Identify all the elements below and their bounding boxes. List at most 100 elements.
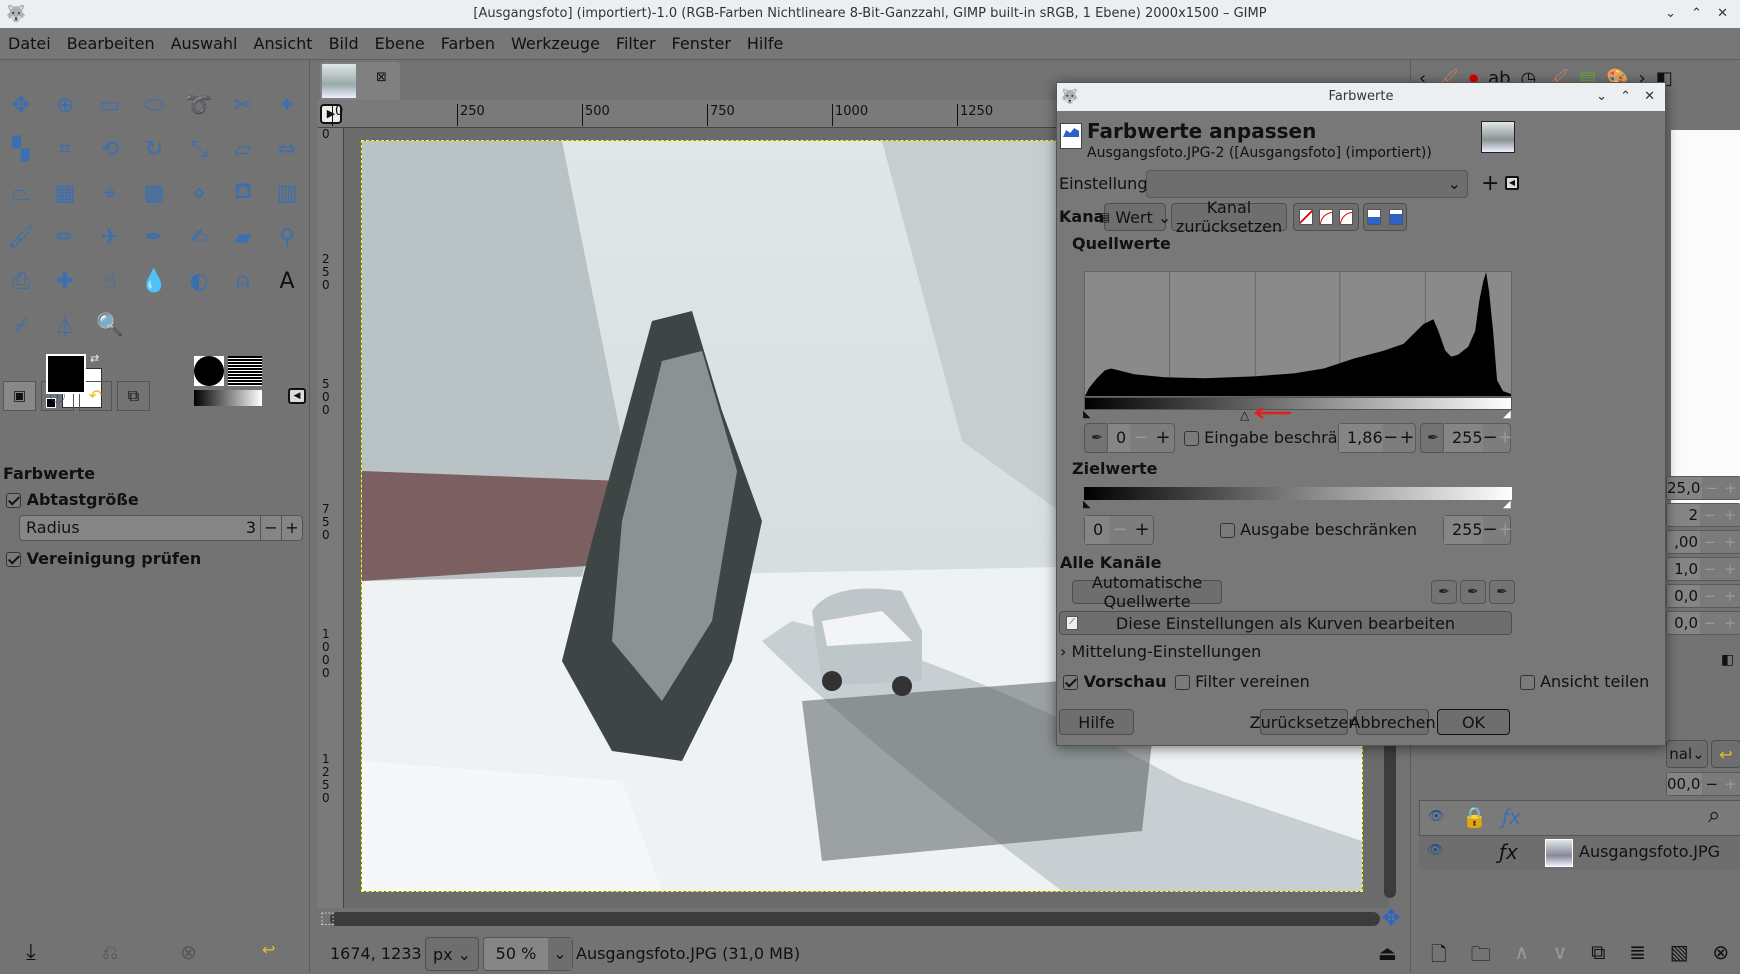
pick-black-all-button[interactable]: ✒ bbox=[1431, 580, 1457, 604]
merge-layer-icon[interactable]: ≣ bbox=[1629, 940, 1646, 970]
unit-select[interactable]: px ⌄ bbox=[425, 937, 479, 971]
increment-button[interactable]: + bbox=[1152, 424, 1174, 452]
sample-average-option[interactable]: Abtastgröße bbox=[6, 490, 139, 509]
menu-werkzeuge[interactable]: Werkzeuge bbox=[503, 28, 608, 60]
swap-colors-icon[interactable]: ⇄ bbox=[90, 352, 99, 365]
ruler-vertical[interactable]: 0 250 500 750 1000 1250 bbox=[318, 128, 344, 908]
increment-button[interactable]: + bbox=[1720, 504, 1740, 526]
increment-button[interactable]: + bbox=[1720, 612, 1740, 634]
edit-as-curves-button[interactable]: ⟋ Diese Einstellungen als Kurven bearbeit… bbox=[1059, 611, 1512, 635]
increment-button[interactable]: + bbox=[1720, 585, 1740, 607]
close-icon[interactable]: ✕ bbox=[1717, 0, 1728, 28]
help-button[interactable]: Hilfe bbox=[1059, 709, 1134, 735]
decrement-button[interactable]: − bbox=[1700, 585, 1720, 607]
opacity-spin[interactable]: 00,0− + bbox=[1666, 772, 1740, 796]
dock-spin[interactable]: 0,0− + bbox=[1666, 611, 1740, 635]
mask-icon[interactable]: ▧ bbox=[1670, 940, 1689, 970]
smudge-tool-icon[interactable]: ☝ bbox=[93, 264, 127, 298]
output-high-spin[interactable]: 255− + bbox=[1443, 515, 1513, 545]
color-picker-tool-icon[interactable]: ⌿ bbox=[4, 308, 38, 342]
heal-tool-icon[interactable]: ✚ bbox=[48, 264, 82, 298]
input-high-spin[interactable]: 255− + bbox=[1443, 423, 1513, 453]
menu-bearbeiten[interactable]: Bearbeiten bbox=[59, 28, 163, 60]
paths-tool-icon[interactable]: ⍝ bbox=[226, 264, 260, 298]
menu-filter[interactable]: Filter bbox=[608, 28, 664, 60]
output-low-spin[interactable]: 0− + bbox=[1084, 515, 1154, 545]
zoom-tool-icon[interactable]: 🔍 bbox=[93, 308, 127, 342]
layer-row[interactable]: 👁 ƒx Ausgangsfoto.JPG bbox=[1419, 836, 1740, 870]
dock-spin-value[interactable]: 0,0 bbox=[1667, 585, 1700, 607]
alignment-tool-icon[interactable]: ⊕ bbox=[48, 88, 82, 122]
input-gamma-value[interactable]: 1,86 bbox=[1339, 424, 1383, 452]
ellipse-select-tool-icon[interactable]: ⬭ bbox=[137, 88, 171, 122]
decrement-button[interactable]: − bbox=[1483, 516, 1498, 544]
ink-tool-icon[interactable]: ✒ bbox=[137, 220, 171, 254]
radius-slider[interactable]: Radius 3 − + bbox=[19, 515, 303, 541]
duplicate-layer-icon[interactable]: ⧉ bbox=[1591, 940, 1605, 970]
decrement-button[interactable]: − bbox=[1700, 531, 1720, 553]
reset-channel-button[interactable]: Kanal zurücksetzen bbox=[1171, 198, 1287, 236]
delete-tool-preset-icon[interactable]: ⊗ bbox=[180, 940, 197, 964]
perspective-clone-tool-icon[interactable]: ⎙ bbox=[4, 264, 38, 298]
reset-tool-options-icon[interactable]: ↩ bbox=[262, 940, 275, 959]
rect-select-tool-icon[interactable]: ▭ bbox=[93, 88, 127, 122]
presets-combo[interactable]: ⌄ bbox=[1146, 170, 1468, 198]
visibility-icon[interactable]: 👁 bbox=[1427, 843, 1444, 858]
output-low-value[interactable]: 0 bbox=[1085, 516, 1109, 544]
save-tool-preset-icon[interactable]: ⤓ bbox=[26, 940, 36, 965]
linear-curve-icon[interactable] bbox=[1299, 209, 1313, 225]
dock-spin-value[interactable]: 1,0 bbox=[1667, 558, 1700, 580]
curve-icon[interactable] bbox=[1339, 209, 1353, 225]
dock-spin[interactable]: 25,0− + bbox=[1666, 476, 1740, 500]
perspective-tool-icon[interactable]: ⏢ bbox=[4, 176, 38, 210]
minimize-icon[interactable]: ⌄ bbox=[1665, 0, 1676, 28]
paintbrush-tool-icon[interactable]: 🖌 bbox=[4, 220, 38, 254]
layer-mode-extra-icon[interactable]: ↩ bbox=[1711, 740, 1740, 768]
increment-button[interactable]: + bbox=[1498, 424, 1513, 452]
split-view-option[interactable]: Ansicht teilen bbox=[1520, 672, 1649, 691]
input-low-value[interactable]: 0 bbox=[1108, 424, 1130, 452]
menu-fenster[interactable]: Fenster bbox=[664, 28, 739, 60]
preset-menu-icon[interactable]: ◀ bbox=[1505, 176, 1519, 190]
handle-transform-tool-icon[interactable]: ⌖ bbox=[93, 176, 127, 210]
input-gamma-spin[interactable]: 1,86− + bbox=[1338, 423, 1416, 453]
eraser-tool-icon[interactable]: ▰ bbox=[226, 220, 260, 254]
restore-tool-preset-icon[interactable]: ⎌ bbox=[102, 940, 118, 964]
measure-tool-icon[interactable]: ⏃ bbox=[48, 308, 82, 342]
split-view-checkbox[interactable] bbox=[1520, 675, 1535, 690]
increment-button[interactable]: + bbox=[1720, 558, 1740, 580]
move-tool-icon[interactable]: ✥ bbox=[4, 88, 38, 122]
dodge-burn-tool-icon[interactable]: ◐ bbox=[182, 264, 216, 298]
sample-merged-checkbox[interactable] bbox=[6, 552, 21, 567]
decrement-button[interactable]: − bbox=[1383, 424, 1399, 452]
dock-spin[interactable]: ,00− + bbox=[1666, 530, 1740, 554]
increment-button[interactable]: + bbox=[1131, 516, 1153, 544]
pencil-tool-icon[interactable]: ✏ bbox=[48, 220, 82, 254]
image-tab[interactable]: ⊠ bbox=[320, 62, 400, 100]
merge-filter-checkbox[interactable] bbox=[1175, 675, 1190, 690]
minimize-icon[interactable]: ⌄ bbox=[1596, 83, 1607, 111]
tab-images[interactable]: ⧉ bbox=[117, 381, 150, 411]
menu-hilfe[interactable]: Hilfe bbox=[739, 28, 791, 60]
dock-spin[interactable]: 2− + bbox=[1666, 503, 1740, 527]
lock-icon[interactable]: 🔒 bbox=[1462, 805, 1487, 829]
linear-histogram-icon[interactable] bbox=[1367, 209, 1381, 225]
increment-button[interactable]: + bbox=[1498, 516, 1513, 544]
menu-bild[interactable]: Bild bbox=[321, 28, 367, 60]
decrement-button[interactable]: − bbox=[1700, 612, 1720, 634]
ok-button[interactable]: OK bbox=[1437, 709, 1510, 735]
decrement-button[interactable]: − bbox=[1702, 477, 1721, 499]
lower-layer-icon[interactable]: ∨ bbox=[1553, 940, 1568, 970]
flip-tool-icon[interactable]: ⇔ bbox=[270, 132, 304, 166]
clone-tool-icon[interactable]: ⚲ bbox=[270, 220, 304, 254]
input-gamma-handle[interactable]: △ bbox=[1240, 408, 1249, 422]
unified-transform-tool-icon[interactable]: ⟲ bbox=[93, 132, 127, 166]
cage-transform-tool-icon[interactable]: ⋄ bbox=[182, 176, 216, 210]
gradient-tool-icon[interactable]: ▥ bbox=[270, 176, 304, 210]
free-select-tool-icon[interactable]: ➰ bbox=[182, 88, 216, 122]
shear-tool-icon[interactable]: ▱ bbox=[226, 132, 260, 166]
decrement-button[interactable]: − bbox=[1483, 424, 1498, 452]
menu-farben[interactable]: Farben bbox=[433, 28, 503, 60]
menu-ebene[interactable]: Ebene bbox=[367, 28, 433, 60]
effects-icon[interactable]: ƒx bbox=[1502, 805, 1521, 829]
